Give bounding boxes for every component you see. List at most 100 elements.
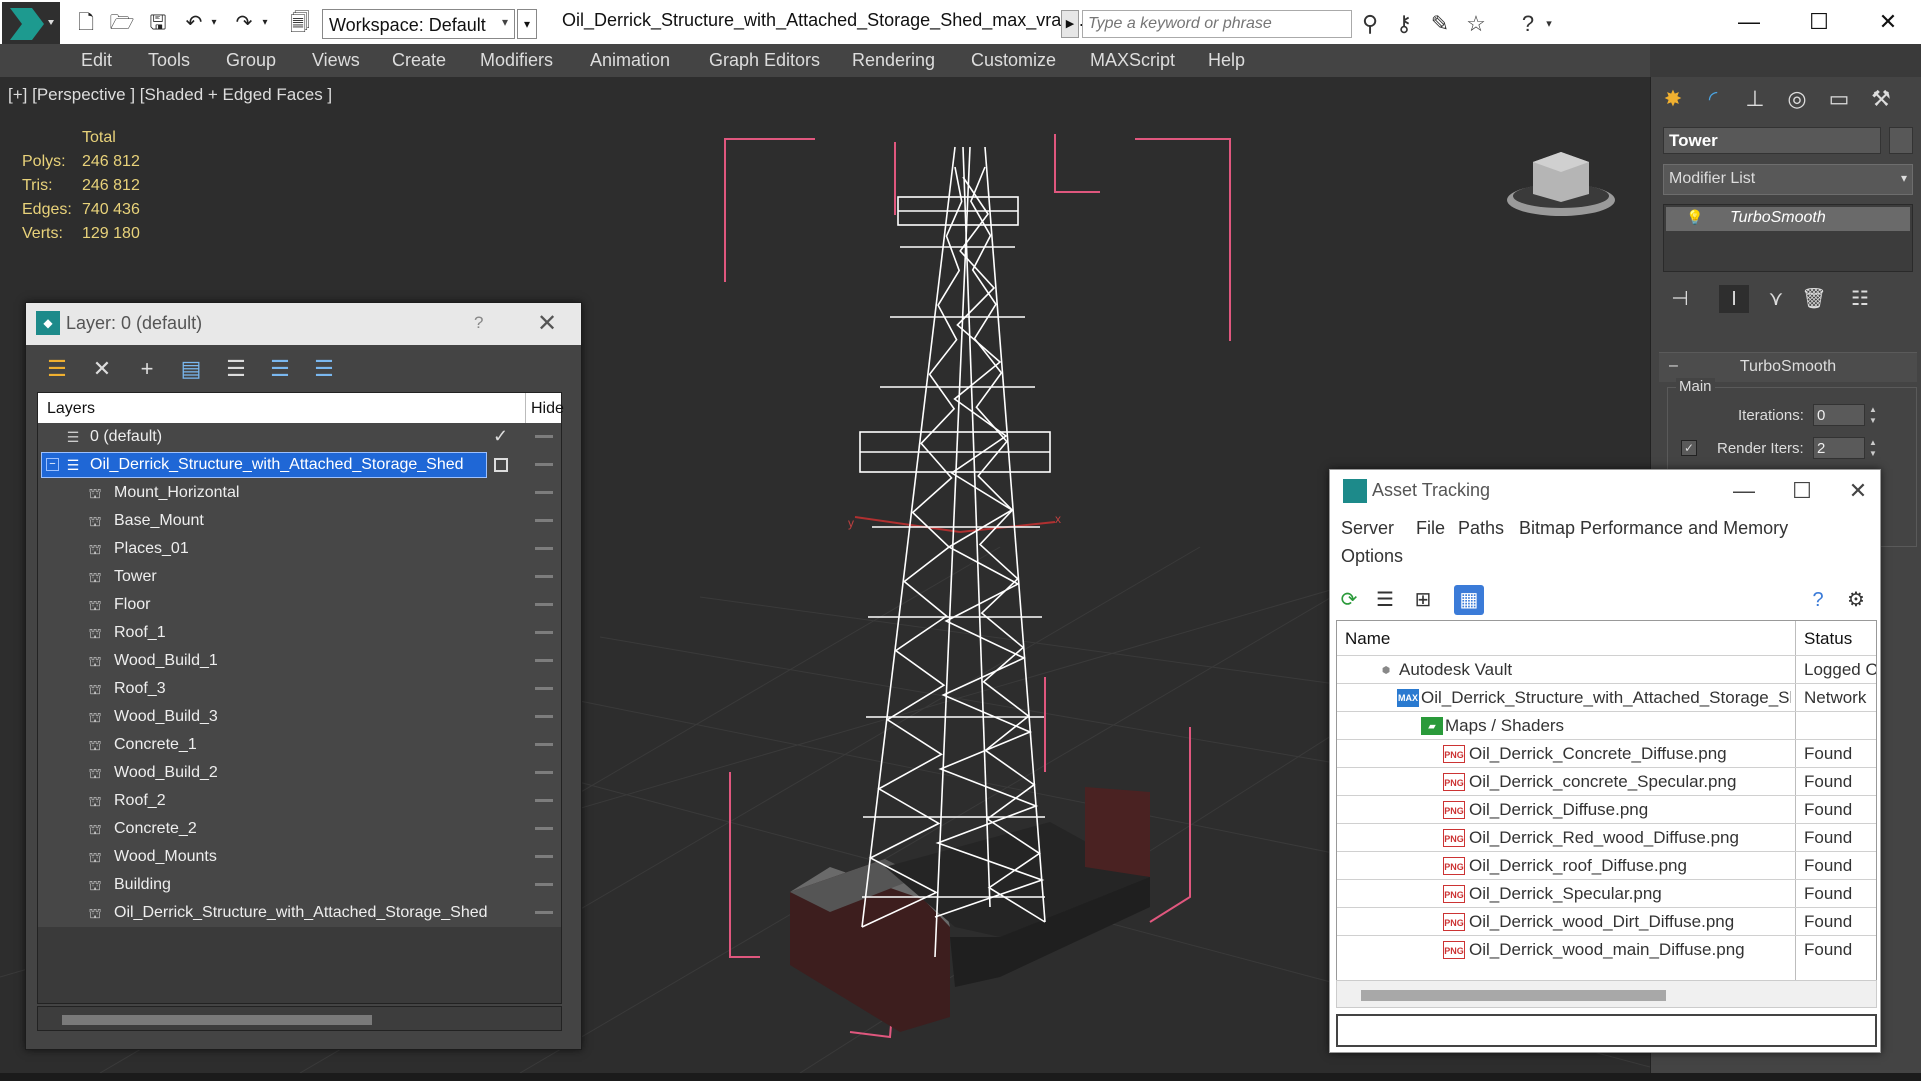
hide-toggle[interactable] xyxy=(535,799,553,802)
object-color-swatch[interactable] xyxy=(1889,127,1913,154)
layer-row-object[interactable]: ⛫ Oil_Derrick_Structure_with_Attached_Sto… xyxy=(38,899,561,927)
menu-bitmap-performance[interactable]: Bitmap Performance and Memory xyxy=(1519,518,1788,539)
hide-toggle[interactable] xyxy=(535,883,553,886)
key-icon[interactable]: ⚷ xyxy=(1390,11,1418,37)
vault-settings-icon[interactable]: ⚙ xyxy=(1841,585,1871,615)
minimize-button[interactable]: — xyxy=(1724,474,1764,508)
minimize-button[interactable]: — xyxy=(1727,4,1771,40)
hide-toggle[interactable] xyxy=(535,519,553,522)
column-header-status[interactable]: Status xyxy=(1796,621,1860,655)
hide-toggle[interactable] xyxy=(535,491,553,494)
make-unique-icon[interactable]: ⋎ xyxy=(1761,285,1791,313)
search-input[interactable] xyxy=(1082,10,1352,38)
asset-row[interactable]: ▰ Maps / Shaders xyxy=(1337,711,1876,739)
add-to-layer-icon[interactable]: + xyxy=(130,353,164,385)
hide-toggle[interactable] xyxy=(535,687,553,690)
pin-stack-icon[interactable]: ⊣ xyxy=(1665,285,1695,313)
hide-toggle[interactable] xyxy=(535,911,553,914)
remove-modifier-icon[interactable]: 🗑 xyxy=(1799,285,1829,313)
horizontal-scrollbar[interactable] xyxy=(37,1006,562,1031)
hide-toggle[interactable] xyxy=(535,743,553,746)
viewcube-icon[interactable] xyxy=(1505,132,1617,222)
help-dropdown-icon[interactable]: ▾ xyxy=(1542,11,1556,37)
hide-toggle[interactable] xyxy=(535,435,553,438)
freeze-all-layers-icon[interactable]: ☰ xyxy=(307,353,341,385)
layer-row-default[interactable]: ☰ 0 (default) ✓ xyxy=(38,423,561,451)
menu-help[interactable]: Help xyxy=(1208,50,1245,71)
configure-modifier-sets-icon[interactable]: ☷ xyxy=(1845,285,1875,313)
hide-toggle[interactable] xyxy=(535,715,553,718)
maximize-button[interactable]: ☐ xyxy=(1782,474,1822,508)
redo-icon[interactable]: ↷ xyxy=(230,10,258,36)
refresh-icon[interactable]: ⟳ xyxy=(1334,585,1364,615)
hide-toggle[interactable] xyxy=(535,659,553,662)
menu-create[interactable]: Create xyxy=(392,50,446,71)
hide-all-layers-icon[interactable]: ☰ xyxy=(263,353,297,385)
search-expand-arrow-icon[interactable]: ▶ xyxy=(1061,10,1079,38)
hide-toggle[interactable] xyxy=(535,575,553,578)
current-layer-check-icon[interactable]: ✓ xyxy=(493,426,508,447)
asset-row[interactable]: ⬢ Autodesk Vault Logged Out xyxy=(1337,655,1876,683)
undo-dropdown-icon[interactable]: ▾ xyxy=(207,10,221,36)
menu-paths[interactable]: Paths xyxy=(1458,518,1504,539)
menu-modifiers[interactable]: Modifiers xyxy=(480,50,553,71)
column-header-hide[interactable]: Hide xyxy=(531,400,564,418)
maximize-button[interactable]: ☐ xyxy=(1797,4,1841,40)
vault-help-icon[interactable]: ? xyxy=(1803,585,1833,615)
help-icon[interactable]: ? xyxy=(474,313,483,333)
menu-group[interactable]: Group xyxy=(226,50,276,71)
menu-rendering[interactable]: Rendering xyxy=(852,50,935,71)
menu-views[interactable]: Views xyxy=(312,50,360,71)
layer-row-object[interactable]: ⛫ Places_01 xyxy=(38,535,561,563)
modifier-list-dropdown[interactable]: Modifier List ▾ xyxy=(1663,164,1913,195)
layer-row-object[interactable]: ⛫ Roof_1 xyxy=(38,619,561,647)
display-tab-icon[interactable]: ▭ xyxy=(1821,83,1857,115)
layer-row-object[interactable]: ⛫ Wood_Build_3 xyxy=(38,703,561,731)
render-iters-checkbox[interactable]: ✓ xyxy=(1681,440,1697,456)
workspace-menu-button[interactable]: ▾ xyxy=(517,9,537,39)
render-iters-spinner[interactable]: 2 xyxy=(1813,437,1865,459)
open-file-icon[interactable]: 🗁 xyxy=(108,10,136,36)
save-file-icon[interactable]: 🖫 xyxy=(144,10,172,36)
iterations-spinner-arrows-icon[interactable]: ▲ ▼ xyxy=(1867,404,1879,426)
object-name-field[interactable]: Tower xyxy=(1663,127,1881,154)
asset-row[interactable]: PNG Oil_Derrick_wood_Dirt_Diffuse.png Foun… xyxy=(1337,907,1876,935)
asset-row[interactable]: PNG Oil_Derrick_roof_Diffuse.png Found xyxy=(1337,851,1876,879)
hide-toggle[interactable] xyxy=(535,603,553,606)
collapse-icon[interactable]: − xyxy=(46,458,59,471)
hierarchy-tab-icon[interactable]: ⊥ xyxy=(1737,83,1773,115)
asset-row[interactable]: PNG Oil_Derrick_wood_main_Diffuse.png Foun… xyxy=(1337,935,1876,963)
asset-row[interactable]: MAX Oil_Derrick_Structure_with_Attached_… xyxy=(1337,683,1876,711)
hide-toggle[interactable] xyxy=(535,855,553,858)
utilities-tab-icon[interactable]: ⚒ xyxy=(1863,83,1899,115)
project-folder-icon[interactable]: 🗐 xyxy=(286,10,314,36)
layer-row-object[interactable]: ⛫ Roof_3 xyxy=(38,675,561,703)
layer-row-object[interactable]: ⛫ Building xyxy=(38,871,561,899)
close-button[interactable]: ✕ xyxy=(1838,474,1878,508)
menu-server[interactable]: Server xyxy=(1341,518,1394,539)
layer-row-object[interactable]: ⛫ Wood_Build_2 xyxy=(38,759,561,787)
hide-toggle[interactable] xyxy=(535,827,553,830)
layer-row-object[interactable]: ⛫ Concrete_1 xyxy=(38,731,561,759)
layer-row-object[interactable]: ⛫ Tower xyxy=(38,563,561,591)
column-header-name[interactable]: Name xyxy=(1337,621,1398,655)
layer-row-object[interactable]: ⛫ Floor xyxy=(38,591,561,619)
close-icon[interactable]: ✕ xyxy=(537,309,557,338)
show-end-result-icon[interactable]: I xyxy=(1719,285,1749,313)
asset-path-field[interactable] xyxy=(1336,1014,1877,1047)
motion-tab-icon[interactable]: ◎ xyxy=(1779,83,1815,115)
asset-row[interactable]: PNG Oil_Derrick_Specular.png Found xyxy=(1337,879,1876,907)
workspace-select[interactable]: Workspace: Default ▾ xyxy=(322,9,515,39)
layer-row-object[interactable]: ⛫ Mount_Horizontal xyxy=(38,479,561,507)
asset-row[interactable]: PNG Oil_Derrick_Red_wood_Diffuse.png Found xyxy=(1337,823,1876,851)
communication-icon[interactable]: ✎ xyxy=(1426,11,1454,37)
hide-toggle[interactable] xyxy=(535,771,553,774)
column-separator[interactable] xyxy=(525,393,526,423)
help-icon[interactable]: ? xyxy=(1514,11,1542,37)
menu-file[interactable]: File xyxy=(1416,518,1445,539)
asset-row[interactable]: PNG Oil_Derrick_concrete_Specular.png Foun… xyxy=(1337,767,1876,795)
undo-icon[interactable]: ↶ xyxy=(180,10,208,36)
asset-row[interactable]: PNG Oil_Derrick_Diffuse.png Found xyxy=(1337,795,1876,823)
render-iters-spinner-arrows-icon[interactable]: ▲ ▼ xyxy=(1867,437,1879,459)
redo-dropdown-icon[interactable]: ▾ xyxy=(258,10,272,36)
